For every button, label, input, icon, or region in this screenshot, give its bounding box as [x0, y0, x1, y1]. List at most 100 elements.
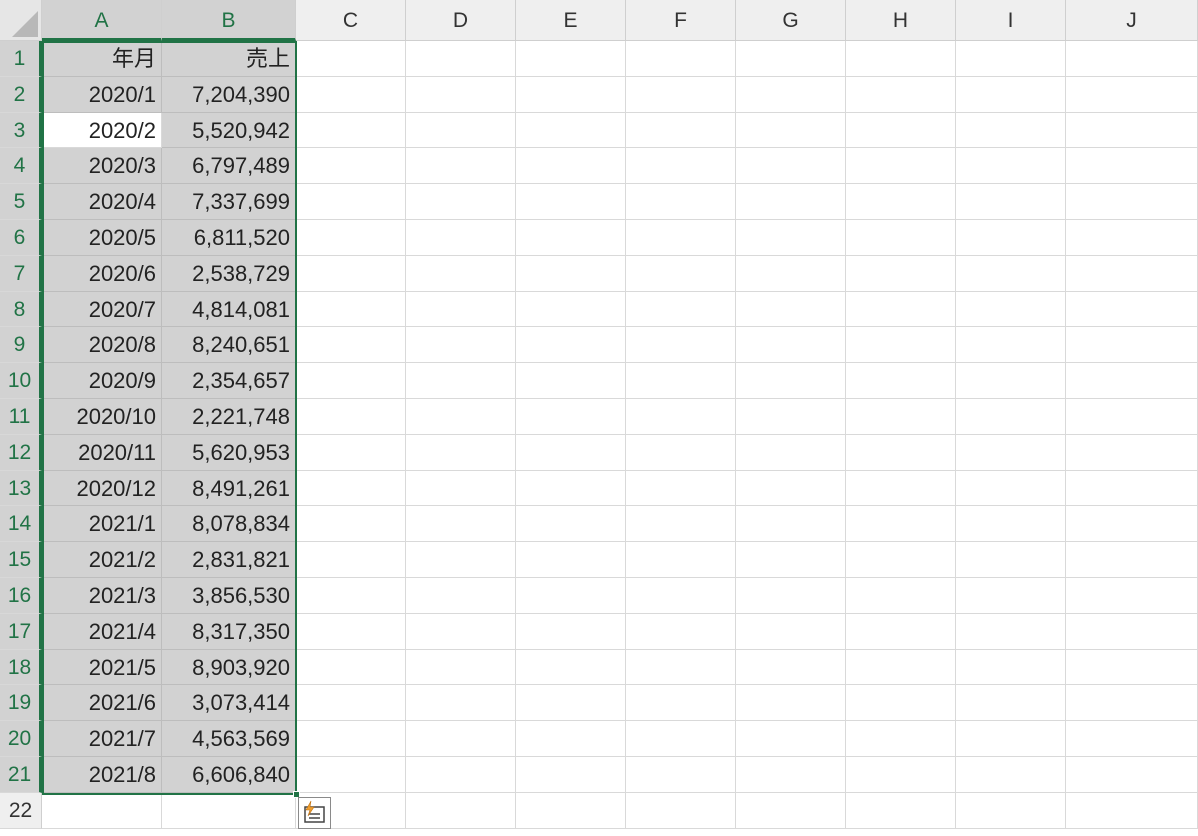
- cell-e22[interactable]: [516, 792, 626, 829]
- cell-h13[interactable]: [846, 470, 956, 507]
- cell-b8[interactable]: 4,814,081: [162, 291, 296, 328]
- row-header-2[interactable]: 2: [0, 76, 42, 113]
- cell-c6[interactable]: [296, 220, 406, 256]
- cell-a13[interactable]: 2020/12: [42, 470, 162, 507]
- cell-h15[interactable]: [846, 542, 956, 578]
- cell-j19[interactable]: [1066, 685, 1198, 722]
- cell-j13[interactable]: [1066, 470, 1198, 507]
- cell-f13[interactable]: [626, 470, 736, 507]
- cell-a20[interactable]: 2021/7: [42, 721, 162, 757]
- cell-e4[interactable]: [516, 148, 626, 185]
- cell-i6[interactable]: [956, 220, 1066, 256]
- cell-a2[interactable]: 2020/1: [42, 76, 162, 113]
- cell-j17[interactable]: [1066, 613, 1198, 650]
- cell-f7[interactable]: [626, 255, 736, 292]
- cell-c21[interactable]: [296, 757, 406, 793]
- cell-d5[interactable]: [406, 184, 516, 220]
- row-header-11[interactable]: 11: [0, 399, 42, 435]
- select-all-button[interactable]: [0, 0, 42, 41]
- cell-f3[interactable]: [626, 112, 736, 149]
- cell-b2[interactable]: 7,204,390: [162, 76, 296, 113]
- cell-i13[interactable]: [956, 470, 1066, 507]
- cell-j1[interactable]: [1066, 41, 1198, 77]
- cell-j11[interactable]: [1066, 399, 1198, 435]
- cell-d3[interactable]: [406, 112, 516, 149]
- cell-e5[interactable]: [516, 184, 626, 220]
- cell-h16[interactable]: [846, 578, 956, 614]
- cell-i2[interactable]: [956, 76, 1066, 113]
- cell-c9[interactable]: [296, 327, 406, 364]
- column-header-j[interactable]: J: [1066, 0, 1198, 41]
- cell-b7[interactable]: 2,538,729: [162, 255, 296, 292]
- cell-i20[interactable]: [956, 721, 1066, 757]
- cell-g4[interactable]: [736, 148, 846, 185]
- cell-i9[interactable]: [956, 327, 1066, 364]
- cell-c1[interactable]: [296, 41, 406, 77]
- cell-g8[interactable]: [736, 291, 846, 328]
- cell-g18[interactable]: [736, 649, 846, 686]
- column-header-a[interactable]: A: [42, 0, 162, 41]
- row-header-22[interactable]: 22: [0, 792, 42, 829]
- cell-e7[interactable]: [516, 255, 626, 292]
- row-header-14[interactable]: 14: [0, 506, 42, 543]
- cell-a7[interactable]: 2020/6: [42, 255, 162, 292]
- cell-i1[interactable]: [956, 41, 1066, 77]
- cell-a17[interactable]: 2021/4: [42, 613, 162, 650]
- cell-j10[interactable]: [1066, 363, 1198, 399]
- cell-g1[interactable]: [736, 41, 846, 77]
- cell-i7[interactable]: [956, 255, 1066, 292]
- cell-j14[interactable]: [1066, 506, 1198, 543]
- cell-d9[interactable]: [406, 327, 516, 364]
- cell-b22[interactable]: [162, 792, 296, 829]
- cell-i10[interactable]: [956, 363, 1066, 399]
- cell-f19[interactable]: [626, 685, 736, 722]
- row-header-10[interactable]: 10: [0, 363, 42, 399]
- cell-a6[interactable]: 2020/5: [42, 220, 162, 256]
- spreadsheet-grid[interactable]: ABCDEFGHIJ 1 年月 売上 2 2020/1 7,204,390 3 2020/2 5…: [0, 0, 1198, 836]
- column-header-c[interactable]: C: [296, 0, 406, 41]
- cell-c11[interactable]: [296, 399, 406, 435]
- cell-h7[interactable]: [846, 255, 956, 292]
- cell-f14[interactable]: [626, 506, 736, 543]
- cell-f11[interactable]: [626, 399, 736, 435]
- cell-g14[interactable]: [736, 506, 846, 543]
- cell-g3[interactable]: [736, 112, 846, 149]
- cell-c4[interactable]: [296, 148, 406, 185]
- cell-i15[interactable]: [956, 542, 1066, 578]
- cell-b11[interactable]: 2,221,748: [162, 399, 296, 435]
- cell-a1[interactable]: 年月: [42, 41, 162, 77]
- cell-h12[interactable]: [846, 434, 956, 471]
- row-header-16[interactable]: 16: [0, 578, 42, 614]
- column-header-g[interactable]: G: [736, 0, 846, 41]
- cell-g6[interactable]: [736, 220, 846, 256]
- cell-f1[interactable]: [626, 41, 736, 77]
- cell-f20[interactable]: [626, 721, 736, 757]
- cell-b19[interactable]: 3,073,414: [162, 685, 296, 722]
- column-header-e[interactable]: E: [516, 0, 626, 41]
- cell-i8[interactable]: [956, 291, 1066, 328]
- cell-i18[interactable]: [956, 649, 1066, 686]
- cell-f15[interactable]: [626, 542, 736, 578]
- cell-g20[interactable]: [736, 721, 846, 757]
- cell-i21[interactable]: [956, 757, 1066, 793]
- cell-h11[interactable]: [846, 399, 956, 435]
- cell-d10[interactable]: [406, 363, 516, 399]
- cell-i14[interactable]: [956, 506, 1066, 543]
- row-header-12[interactable]: 12: [0, 434, 42, 471]
- cell-i4[interactable]: [956, 148, 1066, 185]
- cell-e13[interactable]: [516, 470, 626, 507]
- cell-e14[interactable]: [516, 506, 626, 543]
- cell-d7[interactable]: [406, 255, 516, 292]
- cell-e10[interactable]: [516, 363, 626, 399]
- row-header-17[interactable]: 17: [0, 613, 42, 650]
- cell-a9[interactable]: 2020/8: [42, 327, 162, 364]
- cell-h19[interactable]: [846, 685, 956, 722]
- row-header-7[interactable]: 7: [0, 255, 42, 292]
- cell-c17[interactable]: [296, 613, 406, 650]
- cell-f6[interactable]: [626, 220, 736, 256]
- cell-g13[interactable]: [736, 470, 846, 507]
- cell-b17[interactable]: 8,317,350: [162, 613, 296, 650]
- row-header-21[interactable]: 21: [0, 757, 42, 793]
- cell-g19[interactable]: [736, 685, 846, 722]
- column-header-h[interactable]: H: [846, 0, 956, 41]
